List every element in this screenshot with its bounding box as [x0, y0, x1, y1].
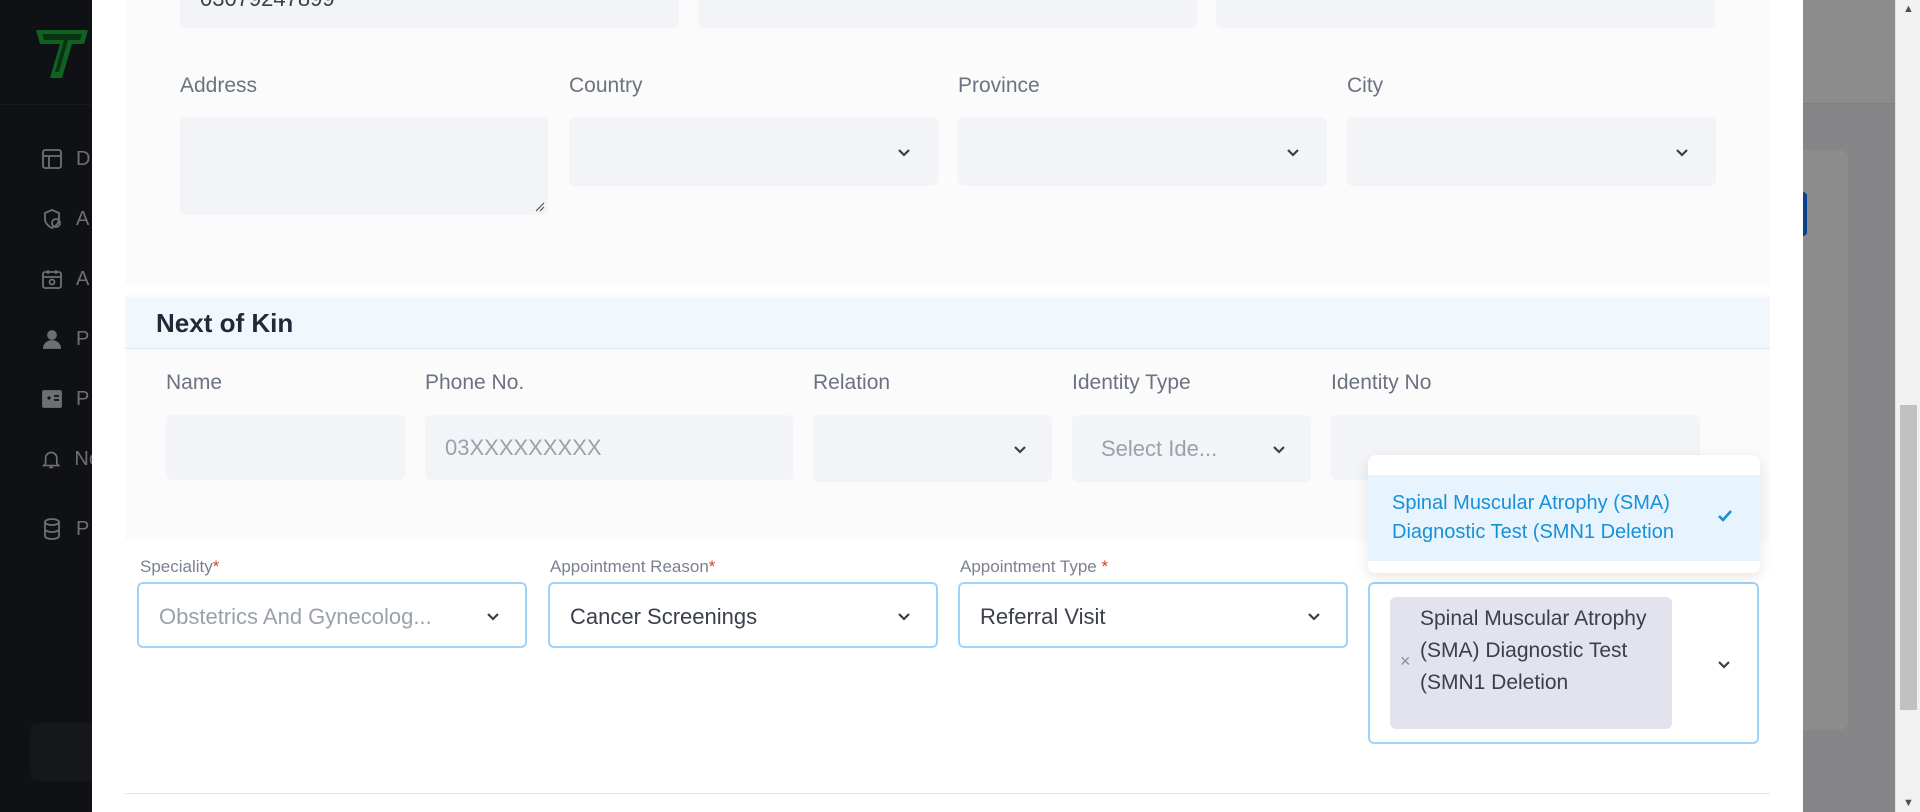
appointment-type-value: Referral Visit	[980, 604, 1106, 629]
city-select[interactable]	[1347, 117, 1716, 186]
kin-relation-select[interactable]	[813, 415, 1052, 482]
country-label: Country	[569, 74, 643, 97]
phone-input[interactable]: 03079247899	[180, 0, 679, 28]
chevron-down-icon	[895, 607, 913, 625]
kin-name-label: Name	[166, 371, 223, 394]
partial-input-2[interactable]	[698, 0, 1197, 28]
kin-phone-input[interactable]: 03XXXXXXXXX	[425, 415, 793, 480]
appointment-reason-select[interactable]: Cancer Screenings	[548, 582, 938, 648]
resize-handle-icon[interactable]	[533, 200, 545, 212]
type-label: Appointment Type *	[960, 557, 1108, 577]
chevron-down-icon	[1011, 440, 1029, 458]
country-select[interactable]	[569, 117, 938, 186]
patient-form-modal: 03079247899 Address Country Province Cit…	[92, 0, 1803, 812]
scroll-up-icon[interactable]: ▲	[1896, 0, 1920, 18]
next-of-kin-header	[125, 297, 1770, 349]
chevron-down-icon	[895, 143, 913, 161]
speciality-select[interactable]: Obstetrics And Gynecolog...	[137, 582, 527, 648]
scrollbar-thumb[interactable]	[1900, 405, 1917, 710]
province-select[interactable]	[958, 117, 1327, 186]
address-textarea[interactable]	[180, 117, 548, 215]
chevron-down-icon	[1673, 143, 1691, 161]
reason-label: Appointment Reason*	[550, 557, 715, 577]
type-label-text: Appointment Type	[960, 557, 1102, 576]
province-label: Province	[958, 74, 1040, 97]
chevron-down-icon	[484, 607, 502, 625]
kin-relation-label: Relation	[813, 371, 891, 394]
dropdown-option[interactable]: Spinal Muscular Atrophy (SMA) Diagnostic…	[1368, 475, 1760, 561]
partial-input-3[interactable]	[1216, 0, 1715, 28]
selected-test-tag-label: Spinal Muscular Atrophy (SMA) Diagnostic…	[1420, 607, 1647, 694]
tag-remove-icon[interactable]: ×	[1400, 651, 1411, 672]
city-label: City	[1347, 74, 1384, 97]
speciality-label-text: Speciality	[140, 557, 213, 576]
section-divider	[125, 793, 1770, 794]
check-icon	[1716, 507, 1734, 525]
chevron-down-icon	[1715, 655, 1733, 673]
next-of-kin-title: Next of Kin	[156, 308, 294, 338]
required-mark: *	[708, 557, 716, 576]
kin-identity-no-label: Identity No	[1331, 371, 1432, 394]
phone-input-value: 03079247899	[200, 0, 335, 12]
kin-identity-type-placeholder: Select Ide...	[1101, 436, 1218, 461]
diagnostic-test-dropdown: Spinal Muscular Atrophy (SMA) Diagnostic…	[1368, 455, 1760, 573]
required-mark: *	[212, 557, 220, 576]
diagnostic-test-multiselect[interactable]: × Spinal Muscular Atrophy (SMA) Diagnost…	[1368, 582, 1759, 744]
dropdown-option-label: Spinal Muscular Atrophy (SMA) Diagnostic…	[1392, 492, 1674, 543]
selected-test-tag: × Spinal Muscular Atrophy (SMA) Diagnost…	[1390, 597, 1672, 729]
appointment-type-select[interactable]: Referral Visit	[958, 582, 1348, 648]
required-mark: *	[1101, 557, 1109, 576]
address-label: Address	[180, 74, 258, 97]
kin-phone-placeholder: 03XXXXXXXXX	[445, 435, 602, 460]
speciality-label: Speciality*	[140, 557, 219, 577]
kin-name-input[interactable]	[166, 415, 405, 480]
kin-identity-type-label: Identity Type	[1072, 371, 1191, 394]
page-scrollbar[interactable]: ▲ ▼	[1895, 0, 1920, 812]
reason-label-text: Appointment Reason	[550, 557, 709, 576]
chevron-down-icon	[1270, 440, 1288, 458]
chevron-down-icon	[1284, 143, 1302, 161]
kin-phone-label: Phone No.	[425, 371, 525, 394]
chevron-down-icon	[1305, 607, 1323, 625]
scroll-down-icon[interactable]: ▼	[1896, 794, 1920, 812]
kin-identity-type-select[interactable]: Select Ide...	[1072, 415, 1311, 482]
appointment-reason-value: Cancer Screenings	[570, 604, 758, 629]
speciality-value: Obstetrics And Gynecolog...	[159, 604, 432, 629]
